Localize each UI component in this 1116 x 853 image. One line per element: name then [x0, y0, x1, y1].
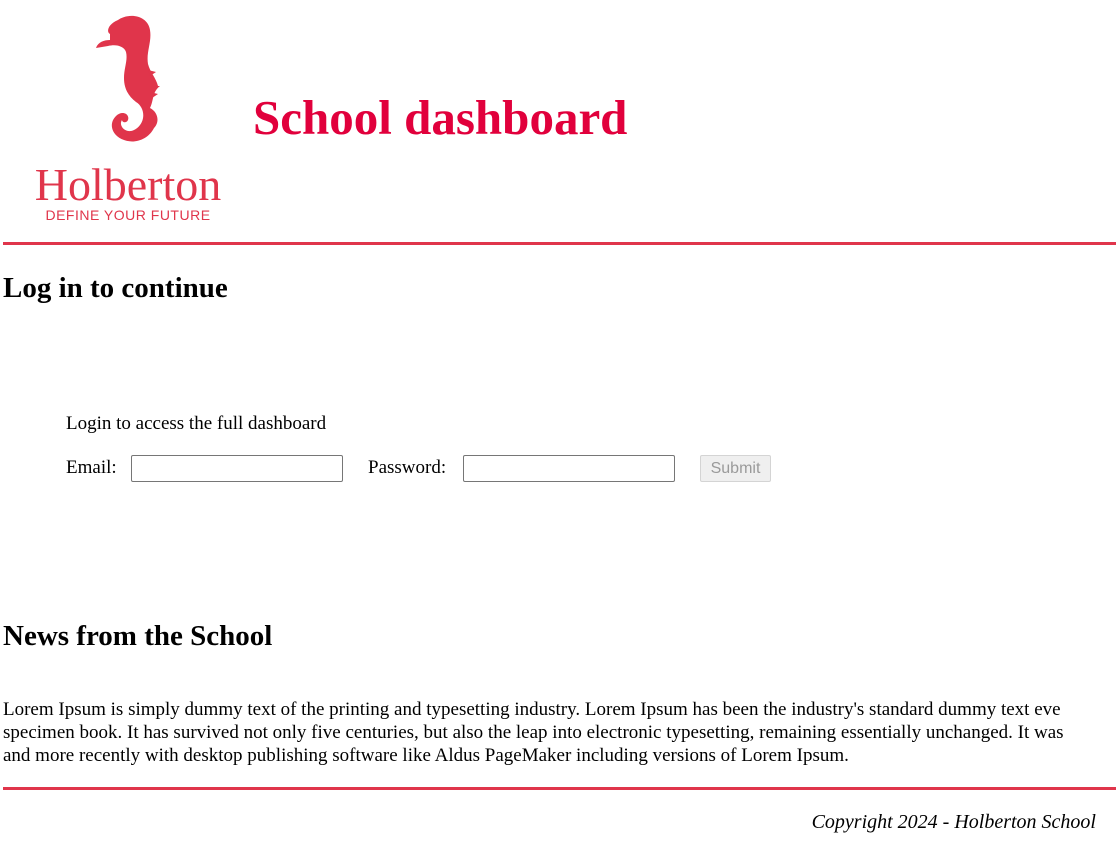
- footer-copyright: Copyright 2024 - Holberton School: [811, 811, 1096, 833]
- email-label: Email:: [66, 457, 117, 478]
- app-header: Holberton DEFINE YOUR FUTURE School dash…: [0, 0, 1116, 240]
- holberton-logo: Holberton DEFINE YOUR FUTURE: [30, 12, 226, 224]
- login-description: Login to access the full dashboard: [66, 413, 327, 434]
- submit-button[interactable]: Submit: [700, 455, 771, 482]
- news-line: and more recently with desktop publishin…: [3, 745, 849, 766]
- logo-wordmark: Holberton: [35, 159, 222, 210]
- seahorse-icon: [96, 15, 160, 142]
- password-label: Password:: [368, 457, 447, 478]
- page-title: School dashboard: [253, 90, 628, 145]
- header-divider: [3, 242, 1116, 245]
- login-heading: Log in to continue: [3, 272, 228, 304]
- news-heading: News from the School: [3, 620, 273, 652]
- password-input[interactable]: [463, 455, 675, 482]
- news-line: Lorem Ipsum is simply dummy text of the …: [3, 699, 1061, 720]
- logo-tagline: DEFINE YOUR FUTURE: [45, 207, 210, 223]
- email-input[interactable]: [131, 455, 343, 482]
- news-line: specimen book. It has survived not only …: [3, 722, 1064, 743]
- page: Holberton DEFINE YOUR FUTURE School dash…: [0, 0, 1116, 853]
- news-paragraph: Lorem Ipsum is simply dummy text of the …: [3, 698, 1116, 767]
- footer-divider: [3, 787, 1116, 790]
